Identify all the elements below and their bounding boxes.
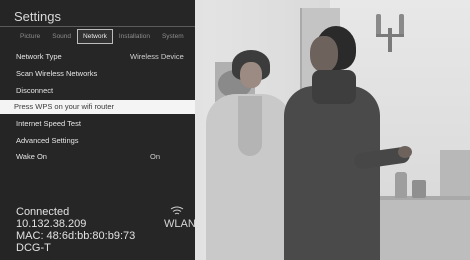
settings-tabs: Picture Sound Network Installation Syste…	[14, 29, 190, 44]
ip-address: 10.132.38.209	[16, 218, 87, 230]
menu-item-label: Disconnect	[16, 86, 54, 95]
menu-item-scan-wireless-networks[interactable]: Scan Wireless Networks	[0, 67, 195, 81]
menu-item-disconnect[interactable]: Disconnect	[0, 84, 195, 98]
menu-item-wake-on[interactable]: Wake On On	[0, 150, 195, 164]
menu-item-label: Network Type	[16, 52, 62, 61]
menu-item-label: Press WPS on your wifi router	[14, 102, 115, 111]
menu-item-value: On	[150, 152, 161, 161]
wlan-label: WLAN	[164, 218, 196, 230]
menu-item-press-wps[interactable]: Press WPS on your wifi router	[0, 100, 195, 114]
wifi-icon	[170, 206, 184, 215]
menu-item-value: Wireless Device	[130, 52, 184, 61]
mac-address: MAC: 48:6d:bb:80:b9:73	[16, 230, 136, 242]
divider	[0, 26, 195, 27]
menu-item-label: Advanced Settings	[16, 136, 79, 145]
menu-item-label: Wake On	[16, 152, 47, 161]
menu-item-label: Internet Speed Test	[16, 119, 81, 128]
menu-item-internet-speed-test[interactable]: Internet Speed Test	[0, 117, 195, 131]
menu-item-advanced-settings[interactable]: Advanced Settings	[0, 134, 195, 148]
wall-sconce-image	[372, 8, 408, 52]
tab-installation[interactable]: Installation	[113, 29, 156, 44]
device-name: DCG-T	[16, 242, 51, 254]
tv-screen: Settings Picture Sound Network Installat…	[0, 0, 470, 260]
settings-panel: Settings Picture Sound Network Installat…	[0, 0, 196, 260]
tab-sound[interactable]: Sound	[46, 29, 77, 44]
person-right-image	[284, 86, 380, 260]
tab-picture[interactable]: Picture	[14, 29, 46, 44]
menu-item-network-type[interactable]: Network Type Wireless Device	[0, 50, 195, 64]
tab-system[interactable]: System	[156, 29, 190, 44]
tab-network[interactable]: Network	[77, 29, 113, 44]
menu-item-label: Scan Wireless Networks	[16, 69, 98, 78]
connection-status: Connected	[16, 206, 70, 218]
page-title: Settings	[14, 9, 61, 24]
